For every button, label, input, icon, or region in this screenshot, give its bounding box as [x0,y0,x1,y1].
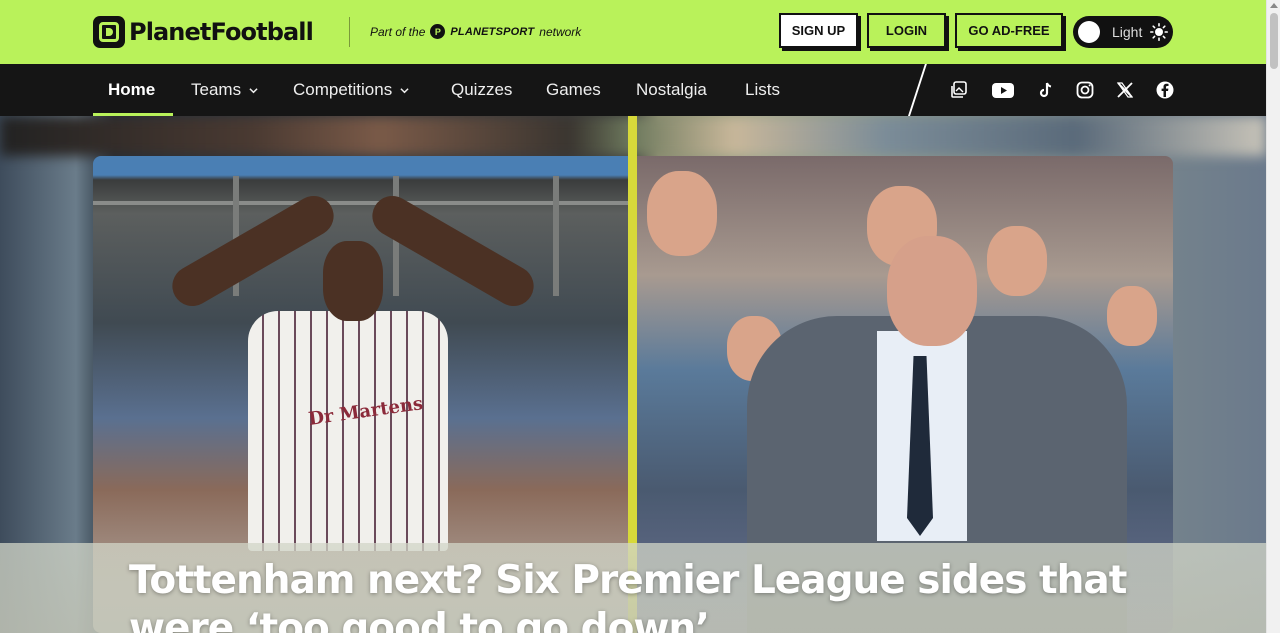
chevron-down-icon [400,87,409,93]
sign-up-button[interactable]: SIGN UP [779,13,858,48]
nav-competitions-label: Competitions [293,80,393,99]
network-name: PLANETSPORT [450,25,535,38]
nav-quizzes[interactable]: Quizzes [451,64,512,116]
hero-headline[interactable]: Tottenham next? Six Premier League sides… [129,557,1129,633]
nav-quizzes-label: Quizzes [451,80,513,99]
nav-games[interactable]: Games [546,64,601,116]
nav-teams-label: Teams [191,80,242,99]
toggle-knob [1078,21,1100,43]
nav-competitions[interactable]: Competitions [293,64,409,116]
nav-lists-label: Lists [745,80,780,99]
main-nav: Home Teams Competitions Quizzes Games No… [0,64,1266,116]
tiktok-icon[interactable] [1036,80,1056,100]
page-scrollbar[interactable] [1266,0,1280,633]
gallery-icon[interactable] [949,80,969,100]
nav-games-label: Games [546,80,601,99]
headline-overlay: Tottenham next? Six Premier League sides… [0,543,1266,633]
go-ad-free-button[interactable]: GO AD-FREE [955,13,1063,48]
nav-home[interactable]: Home [108,64,155,116]
instagram-icon[interactable] [1075,80,1095,100]
hero-section: Dr Martens Tottenham next? Six Premier L… [0,116,1266,633]
sun-icon [1150,23,1169,41]
planetsport-logo-icon: P [430,24,446,39]
scroll-thumb[interactable] [1270,13,1278,69]
network-tagline[interactable]: Part of the P PLANETSPORT network [370,24,581,39]
login-button[interactable]: LOGIN [867,13,946,48]
theme-toggle[interactable]: Light [1073,16,1173,48]
youtube-icon[interactable] [991,80,1015,100]
nav-lists[interactable]: Lists [745,64,780,116]
site-header: PlanetFootball Part of the P PLANETSPORT… [0,0,1266,64]
facebook-icon[interactable] [1155,80,1175,100]
logo-text: PlanetFootball [129,18,314,46]
nav-nostalgia-label: Nostalgia [636,80,707,99]
nav-home-label: Home [108,80,156,99]
nav-teams[interactable]: Teams [191,64,258,116]
network-suffix: network [539,24,582,39]
network-prefix: Part of the [370,24,426,39]
x-icon[interactable] [1115,80,1135,100]
nav-slash-divider [908,64,927,116]
header-divider [349,17,350,47]
logo-mark-icon [93,16,125,48]
site-logo[interactable]: PlanetFootball [93,16,314,48]
scroll-up-arrow-icon[interactable] [1270,3,1278,8]
chevron-down-icon [249,87,258,93]
theme-label: Light [1112,24,1143,40]
nav-nostalgia[interactable]: Nostalgia [636,64,707,116]
